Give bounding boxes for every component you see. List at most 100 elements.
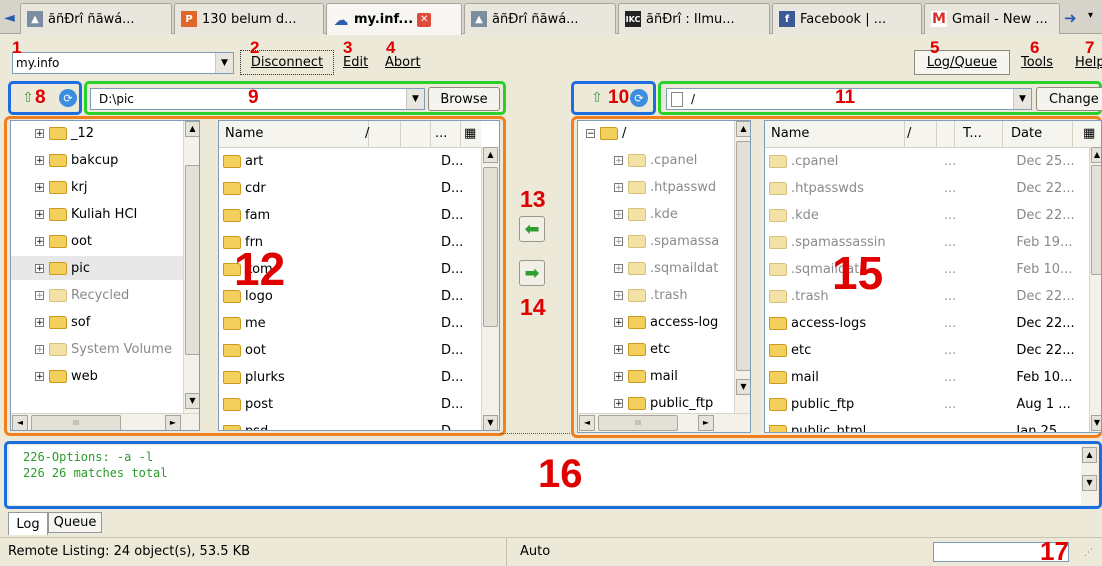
file-row[interactable]: .trash... Dec 22... xyxy=(765,283,1085,310)
expand-icon[interactable]: + xyxy=(614,344,623,354)
col-blank[interactable] xyxy=(937,121,955,147)
scroll-up-icon[interactable]: ▲ xyxy=(1082,447,1097,463)
tree-item[interactable]: + web xyxy=(11,364,183,388)
tree-item[interactable]: + Kuliah HCI xyxy=(11,202,183,226)
collapse-icon[interactable]: − xyxy=(586,128,595,138)
scroll-left-icon[interactable]: ◄ xyxy=(12,415,28,430)
tree-item[interactable]: + Recycled xyxy=(11,283,183,307)
chevron-down-icon[interactable]: ▼ xyxy=(1013,89,1031,109)
tree-item[interactable]: + pic xyxy=(11,256,183,280)
file-row[interactable]: mail... Feb 10... xyxy=(765,364,1085,391)
col-size[interactable] xyxy=(925,121,937,147)
expand-icon[interactable]: + xyxy=(614,182,623,192)
file-row[interactable]: plurks D... xyxy=(219,364,477,391)
change-button[interactable]: Change xyxy=(1036,87,1102,111)
tree-item[interactable]: + _12 xyxy=(11,121,183,145)
scroll-left-icon[interactable]: ◄ xyxy=(579,415,595,431)
expand-icon[interactable]: + xyxy=(614,236,623,246)
col-type[interactable] xyxy=(401,121,431,147)
expand-icon[interactable]: + xyxy=(35,263,44,273)
file-row[interactable]: cdr D... xyxy=(219,175,477,202)
tree-item[interactable]: + .kde xyxy=(578,202,734,226)
scroll-thumb[interactable] xyxy=(736,141,750,371)
tree-item[interactable]: + .trash xyxy=(578,283,734,307)
tree-item[interactable]: + oot xyxy=(11,229,183,253)
close-tab-icon[interactable]: ✕ xyxy=(417,12,432,27)
scroll-right-icon[interactable]: ► xyxy=(165,415,181,430)
scroll-thumb[interactable]: III xyxy=(31,415,121,430)
col-type[interactable]: T... xyxy=(955,121,1003,147)
scroll-tabs-left-icon[interactable]: ◄ xyxy=(4,10,15,26)
log-queue-button[interactable]: Log/Queue xyxy=(914,50,1010,75)
col-sort[interactable]: / xyxy=(363,121,383,147)
scroll-down-icon[interactable]: ▼ xyxy=(736,379,750,395)
expand-icon[interactable]: + xyxy=(614,155,623,165)
browser-tab-5[interactable]: IKC ãñÐrî : Ilmu... xyxy=(618,3,770,34)
browser-tab-3-active[interactable]: ☁ my.inf... ✕ xyxy=(326,3,462,35)
file-row[interactable]: post D... xyxy=(219,391,477,418)
local-tree-scrollbar[interactable]: ▲ ▼ xyxy=(183,121,199,413)
help-menu[interactable]: Help xyxy=(1075,55,1102,70)
file-row[interactable]: access-logs... Dec 22... xyxy=(765,310,1085,337)
expand-icon[interactable]: + xyxy=(614,209,623,219)
col-more[interactable]: ... xyxy=(431,121,461,147)
tree-item[interactable]: + bakcup xyxy=(11,148,183,172)
tree-item[interactable]: + public_ftp xyxy=(578,391,734,413)
local-tree-hscrollbar[interactable]: ◄ III ► xyxy=(11,413,199,430)
abort-button[interactable]: Abort xyxy=(385,55,421,70)
tree-item[interactable]: + .cpanel xyxy=(578,148,734,172)
file-row[interactable]: public_ftp... Aug 1 ... xyxy=(765,391,1085,418)
expand-icon[interactable]: + xyxy=(614,317,623,327)
upload-to-remote-button[interactable]: ➡ xyxy=(519,260,545,286)
expand-icon[interactable]: + xyxy=(35,290,44,300)
file-row[interactable]: .spamassassin... Feb 19... xyxy=(765,229,1085,256)
col-name[interactable]: Name xyxy=(219,121,369,147)
expand-icon[interactable]: + xyxy=(614,371,623,381)
remote-splitter[interactable] xyxy=(753,120,761,433)
file-row[interactable]: public_html... Jan 25... xyxy=(765,418,1085,432)
browser-tab-2[interactable]: P 130 belum d... xyxy=(174,3,324,34)
file-row[interactable]: art D... xyxy=(219,148,477,175)
file-row[interactable]: .htpasswds... Dec 22... xyxy=(765,175,1085,202)
expand-icon[interactable]: + xyxy=(35,209,44,219)
download-to-local-button[interactable]: ⬅ xyxy=(519,216,545,242)
chevron-down-icon[interactable]: ▼ xyxy=(215,53,233,73)
expand-icon[interactable]: + xyxy=(614,263,623,273)
tree-root[interactable]: − / xyxy=(578,121,734,145)
scroll-down-icon[interactable]: ▼ xyxy=(1082,475,1097,491)
remote-refresh-icon[interactable]: ⟳ xyxy=(630,89,648,107)
remote-tree-scrollbar[interactable]: ▲ ▼ xyxy=(734,121,750,413)
scroll-down-icon[interactable]: ▼ xyxy=(483,415,498,430)
tree-item[interactable]: + mail xyxy=(578,364,734,388)
expand-icon[interactable]: + xyxy=(35,128,44,138)
browser-tab-1[interactable]: ▲ ãñÐrî ñãwá... xyxy=(20,3,172,34)
remote-tree-hscrollbar[interactable]: ◄ III ► xyxy=(578,413,750,432)
tree-item[interactable]: + krj xyxy=(11,175,183,199)
scroll-thumb[interactable] xyxy=(483,167,498,327)
remote-up-folder-icon[interactable]: ⇧ xyxy=(584,86,610,110)
file-row[interactable]: psdD... xyxy=(219,418,477,430)
expand-icon[interactable]: + xyxy=(35,317,44,327)
scroll-thumb[interactable] xyxy=(185,165,199,355)
tree-item[interactable]: + access-log xyxy=(578,310,734,334)
col-name[interactable]: Name xyxy=(765,121,905,147)
column-chooser-icon[interactable]: ▦ xyxy=(461,121,481,147)
expand-icon[interactable]: + xyxy=(35,182,44,192)
expand-icon[interactable]: + xyxy=(614,398,623,408)
tab-log[interactable]: Log xyxy=(8,512,48,535)
edit-menu[interactable]: Edit xyxy=(343,55,368,70)
remote-files-scrollbar[interactable]: ▲ ▼ xyxy=(1089,147,1101,432)
tab-queue[interactable]: Queue xyxy=(48,512,102,533)
scroll-thumb[interactable]: III xyxy=(598,415,678,431)
file-row[interactable]: me D... xyxy=(219,310,477,337)
scroll-down-icon[interactable]: ▼ xyxy=(1091,415,1101,431)
file-row[interactable]: oot D... xyxy=(219,337,477,364)
tree-item[interactable]: + .spamassa xyxy=(578,229,734,253)
scroll-tabs-right-icon[interactable]: ➜ xyxy=(1064,9,1077,27)
tools-menu[interactable]: Tools xyxy=(1021,55,1053,70)
tree-item[interactable]: + sof xyxy=(11,310,183,334)
local-splitter[interactable] xyxy=(203,120,215,431)
resize-grip-icon[interactable]: ⋰ xyxy=(1084,548,1093,558)
column-chooser-icon[interactable]: ▦ xyxy=(1073,121,1101,147)
scroll-up-icon[interactable]: ▲ xyxy=(1091,147,1101,163)
